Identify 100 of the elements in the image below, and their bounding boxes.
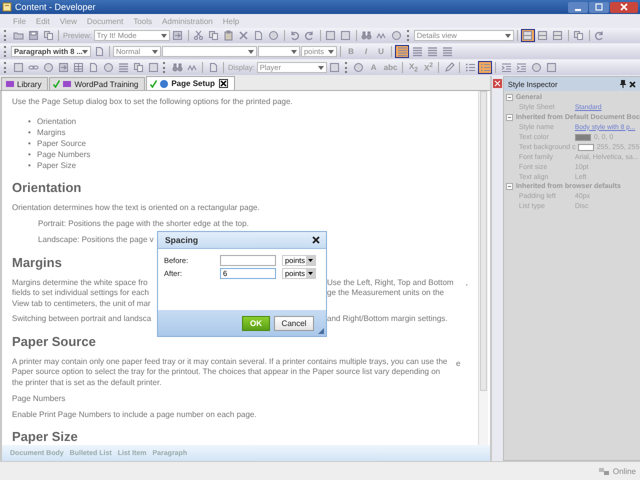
paragraph: Portrait: Positions the page with the shorter edge at the top. bbox=[37, 218, 249, 230]
grip-handle[interactable] bbox=[4, 46, 8, 57]
collapse-icon[interactable] bbox=[506, 114, 513, 121]
grip-handle[interactable] bbox=[406, 30, 411, 41]
circle-icon[interactable] bbox=[266, 29, 281, 42]
circle-icon[interactable] bbox=[101, 61, 115, 74]
align-icon[interactable] bbox=[440, 45, 454, 58]
circle-icon[interactable] bbox=[41, 61, 55, 74]
square-icon[interactable] bbox=[328, 61, 342, 74]
ok-button[interactable]: OK bbox=[242, 316, 270, 330]
caret-icon[interactable] bbox=[504, 34, 511, 38]
list-item: Orientation bbox=[37, 116, 76, 127]
binoculars-icon[interactable] bbox=[170, 61, 184, 74]
list-icon[interactable] bbox=[478, 61, 492, 74]
caret-icon[interactable] bbox=[291, 50, 297, 54]
align-icon[interactable] bbox=[410, 45, 424, 58]
disk-icon[interactable] bbox=[26, 29, 40, 42]
grip-handle[interactable] bbox=[344, 62, 349, 73]
document-tab[interactable]: Page Setup bbox=[146, 76, 235, 90]
caret-icon[interactable] bbox=[318, 66, 324, 70]
caret-icon[interactable] bbox=[82, 50, 88, 54]
maximize-button[interactable] bbox=[589, 2, 609, 12]
section-heading: Orientation bbox=[12, 180, 82, 196]
grip-handle[interactable] bbox=[4, 30, 8, 41]
caret-icon[interactable] bbox=[152, 50, 158, 54]
menu-item[interactable]: View bbox=[54, 16, 82, 26]
close-icon[interactable] bbox=[218, 79, 228, 88]
square-icon[interactable] bbox=[11, 61, 25, 74]
table-icon[interactable] bbox=[71, 61, 85, 74]
network-icon bbox=[598, 466, 610, 476]
caret-icon[interactable] bbox=[306, 256, 316, 265]
close-icon[interactable] bbox=[628, 80, 636, 88]
bullet-mark: • bbox=[28, 116, 32, 127]
stray-mark: , bbox=[466, 278, 468, 288]
menu-item[interactable]: Administration bbox=[157, 16, 218, 26]
menu-item[interactable]: Edit bbox=[30, 16, 55, 26]
caret-icon[interactable] bbox=[248, 50, 254, 54]
indent-icon[interactable] bbox=[514, 61, 528, 74]
menu-item[interactable]: File bbox=[8, 16, 31, 26]
pages-icon[interactable] bbox=[131, 61, 145, 74]
format-button[interactable]: B bbox=[344, 45, 358, 58]
grip-handle[interactable] bbox=[4, 62, 8, 73]
pages-icon[interactable] bbox=[41, 29, 55, 42]
circle-icon[interactable] bbox=[352, 61, 366, 74]
bullet-mark: • bbox=[28, 149, 32, 160]
format-button[interactable]: U bbox=[374, 45, 388, 58]
dropdown[interactable] bbox=[258, 46, 300, 57]
format-button[interactable]: X$_{2}$ bbox=[406, 61, 420, 74]
caret-icon[interactable] bbox=[328, 50, 334, 54]
layout-icon[interactable] bbox=[520, 29, 535, 42]
square-icon[interactable] bbox=[338, 29, 353, 42]
scissors-icon[interactable] bbox=[192, 29, 206, 42]
format-button[interactable]: X$^{2}$ bbox=[421, 61, 436, 74]
indent-icon[interactable] bbox=[499, 61, 514, 74]
pages-icon[interactable] bbox=[572, 29, 586, 42]
binoculars-icon[interactable] bbox=[360, 29, 374, 42]
collapse-icon[interactable] bbox=[506, 183, 513, 190]
square-icon[interactable] bbox=[324, 29, 338, 42]
pages-icon[interactable] bbox=[206, 29, 221, 42]
menu-item[interactable]: Tools bbox=[128, 16, 158, 26]
book-icon bbox=[5, 79, 15, 89]
paragraph-fragment: fields to set individual settings for each bbox=[12, 288, 150, 299]
paragraph: Orientation determines how the text is oriented on a rectangular page. bbox=[12, 203, 260, 214]
book-icon bbox=[62, 79, 72, 89]
scrollbar[interactable] bbox=[478, 91, 488, 445]
paragraph-fragment: View tab to centimeters, the unit of mar bbox=[12, 298, 152, 310]
align-icon[interactable] bbox=[425, 45, 439, 58]
collapse-icon[interactable] bbox=[506, 94, 513, 102]
caret-icon[interactable] bbox=[160, 34, 167, 38]
circle-icon[interactable] bbox=[529, 61, 544, 74]
square-icon[interactable] bbox=[544, 61, 558, 74]
paragraph: Enable Print Page Numbers to include a page number on each page. bbox=[12, 410, 257, 420]
grip-handle[interactable] bbox=[163, 62, 167, 73]
circle-icon[interactable] bbox=[390, 29, 404, 42]
menu-item[interactable]: Document bbox=[82, 16, 128, 26]
format-button[interactable]: A bbox=[366, 61, 381, 74]
document-tab[interactable]: WordPad Training bbox=[49, 77, 146, 90]
close-button[interactable] bbox=[610, 2, 638, 12]
resize-grip-icon[interactable] bbox=[318, 328, 324, 334]
square-icon[interactable] bbox=[146, 61, 160, 74]
stray-mark: e bbox=[456, 358, 460, 370]
arrow-icon[interactable] bbox=[56, 61, 70, 74]
paragraph-fragment: Margins determine the white space fro bbox=[12, 278, 149, 288]
align-icon[interactable] bbox=[116, 61, 130, 74]
caret-icon[interactable] bbox=[306, 269, 316, 278]
paragraph-fragment: Switching between portrait and landsca bbox=[12, 314, 152, 325]
paragraph-fragment: Use the Left, Right, Top and Bottom bbox=[327, 278, 454, 288]
format-button[interactable]: abc bbox=[382, 61, 400, 74]
close-icon[interactable] bbox=[312, 236, 320, 244]
document-tab[interactable]: Library bbox=[1, 77, 48, 90]
bullet-mark: • bbox=[28, 126, 32, 138]
align-icon[interactable] bbox=[395, 45, 409, 58]
format-button[interactable]: I bbox=[359, 45, 373, 58]
cancel-button[interactable]: Cancel bbox=[274, 316, 314, 330]
pencil-icon[interactable] bbox=[442, 61, 456, 74]
arrow-icon[interactable] bbox=[170, 29, 185, 42]
minimize-button[interactable] bbox=[568, 2, 588, 12]
input-field[interactable] bbox=[220, 255, 276, 266]
pin-icon[interactable] bbox=[620, 80, 626, 88]
menu-item[interactable]: Help bbox=[218, 16, 244, 26]
